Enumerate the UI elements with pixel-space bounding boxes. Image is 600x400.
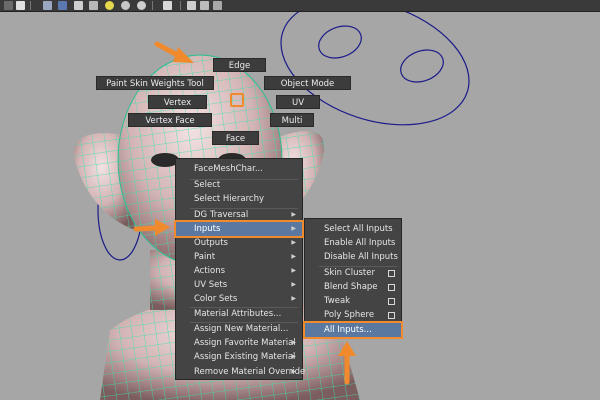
option-box-icon[interactable] (388, 270, 395, 277)
submenu-arrow-icon: ▶ (291, 368, 296, 375)
node-icon[interactable] (213, 1, 222, 10)
menu-item-paint[interactable]: Paint ▶ (176, 250, 302, 264)
menu-item-remove-material-override[interactable]: Remove Material Override ▶ (176, 365, 305, 379)
sphere-icon[interactable] (121, 1, 130, 10)
submenu-arrow-icon: ▶ (291, 353, 296, 360)
menu-item-skin-cluster[interactable]: Skin Cluster (305, 266, 401, 280)
submenu-arrow-icon: ▶ (291, 267, 296, 274)
marking-menu-face[interactable]: Face (212, 131, 259, 145)
menu-item-face-mesh-char[interactable]: FaceMeshChar... (176, 162, 302, 176)
submenu-arrow-icon: ▶ (291, 253, 296, 260)
toolbar-divider (180, 1, 181, 10)
option-box-icon[interactable] (388, 298, 395, 305)
marking-menu-center[interactable] (230, 93, 244, 107)
menu-item-material-attributes[interactable]: Material Attributes... (176, 307, 302, 321)
context-menu: FaceMeshChar... Select Select Hierarchy … (175, 158, 305, 380)
menu-item-outputs[interactable]: Outputs ▶ (176, 236, 302, 250)
menu-item-tweak[interactable]: Tweak (305, 294, 401, 308)
marking-menu-edge[interactable]: Edge (213, 58, 266, 72)
viewport-toolbar (0, 0, 600, 12)
toolbar-divider (152, 1, 153, 10)
light-icon[interactable] (105, 1, 114, 10)
marking-menu-vertex-face[interactable]: Vertex Face (128, 113, 212, 127)
checker-icon[interactable] (74, 1, 83, 10)
cube-icon[interactable] (43, 1, 52, 10)
select-icon[interactable] (163, 1, 172, 10)
marking-menu-paint-skin-weights[interactable]: Paint Skin Weights Tool (96, 76, 214, 90)
menu-item-blend-shape[interactable]: Blend Shape (305, 280, 401, 294)
text-icon[interactable] (16, 1, 25, 10)
menu-item-select-hierarchy[interactable]: Select Hierarchy (176, 192, 302, 206)
option-box-icon[interactable] (388, 312, 395, 319)
sphere-icon[interactable] (137, 1, 146, 10)
submenu-arrow-icon: ▶ (291, 281, 296, 288)
marking-menu-multi[interactable]: Multi (270, 113, 314, 127)
viewport[interactable]: Edge Paint Skin Weights Tool Object Mode… (0, 0, 600, 400)
menu-item-select-all-inputs[interactable]: Select All Inputs (305, 222, 401, 236)
submenu-arrow-icon: ▶ (291, 339, 296, 346)
camera-icon[interactable] (187, 1, 196, 10)
menu-item-uv-sets[interactable]: UV Sets ▶ (176, 278, 302, 292)
menu-item-all-inputs[interactable]: All Inputs... (305, 323, 401, 337)
menu-item-disable-all-inputs[interactable]: Disable All Inputs (305, 250, 401, 264)
menu-item-assign-existing-material[interactable]: Assign Existing Material ▶ (176, 350, 302, 364)
menu-item-dg-traversal[interactable]: DG Traversal ▶ (176, 208, 302, 222)
checker-icon[interactable] (89, 1, 98, 10)
submenu-arrow-icon: ▶ (291, 239, 296, 246)
inputs-submenu: Select All Inputs Enable All Inputs Disa… (304, 218, 402, 338)
submenu-arrow-icon: ▶ (291, 225, 296, 232)
camera-icon[interactable] (200, 1, 209, 10)
option-box-icon[interactable] (388, 284, 395, 291)
menu-item-select[interactable]: Select (176, 178, 302, 192)
menu-item-assign-favorite-material[interactable]: Assign Favorite Material ▶ (176, 336, 302, 350)
menu-item-color-sets[interactable]: Color Sets ▶ (176, 292, 302, 306)
marking-menu-uv[interactable]: UV (276, 95, 320, 109)
nurbs-curve-small-bottom[interactable] (396, 44, 448, 87)
menu-item-assign-new-material[interactable]: Assign New Material... (176, 322, 302, 336)
menu-item-enable-all-inputs[interactable]: Enable All Inputs (305, 236, 401, 250)
menu-item-actions[interactable]: Actions ▶ (176, 264, 302, 278)
nurbs-curve-small-top[interactable] (314, 20, 366, 63)
toggle-icon[interactable] (4, 1, 13, 10)
menu-item-poly-sphere[interactable]: Poly Sphere (305, 308, 401, 322)
submenu-arrow-icon: ▶ (291, 295, 296, 302)
submenu-arrow-icon: ▶ (291, 211, 296, 218)
toolbar-divider (30, 1, 31, 10)
marking-menu-object-mode[interactable]: Object Mode (264, 76, 351, 90)
shading-icon[interactable] (58, 1, 67, 10)
marking-menu-vertex[interactable]: Vertex (148, 95, 207, 109)
menu-item-inputs[interactable]: Inputs ▶ (176, 222, 302, 236)
arrow-edge-icon (154, 41, 194, 63)
